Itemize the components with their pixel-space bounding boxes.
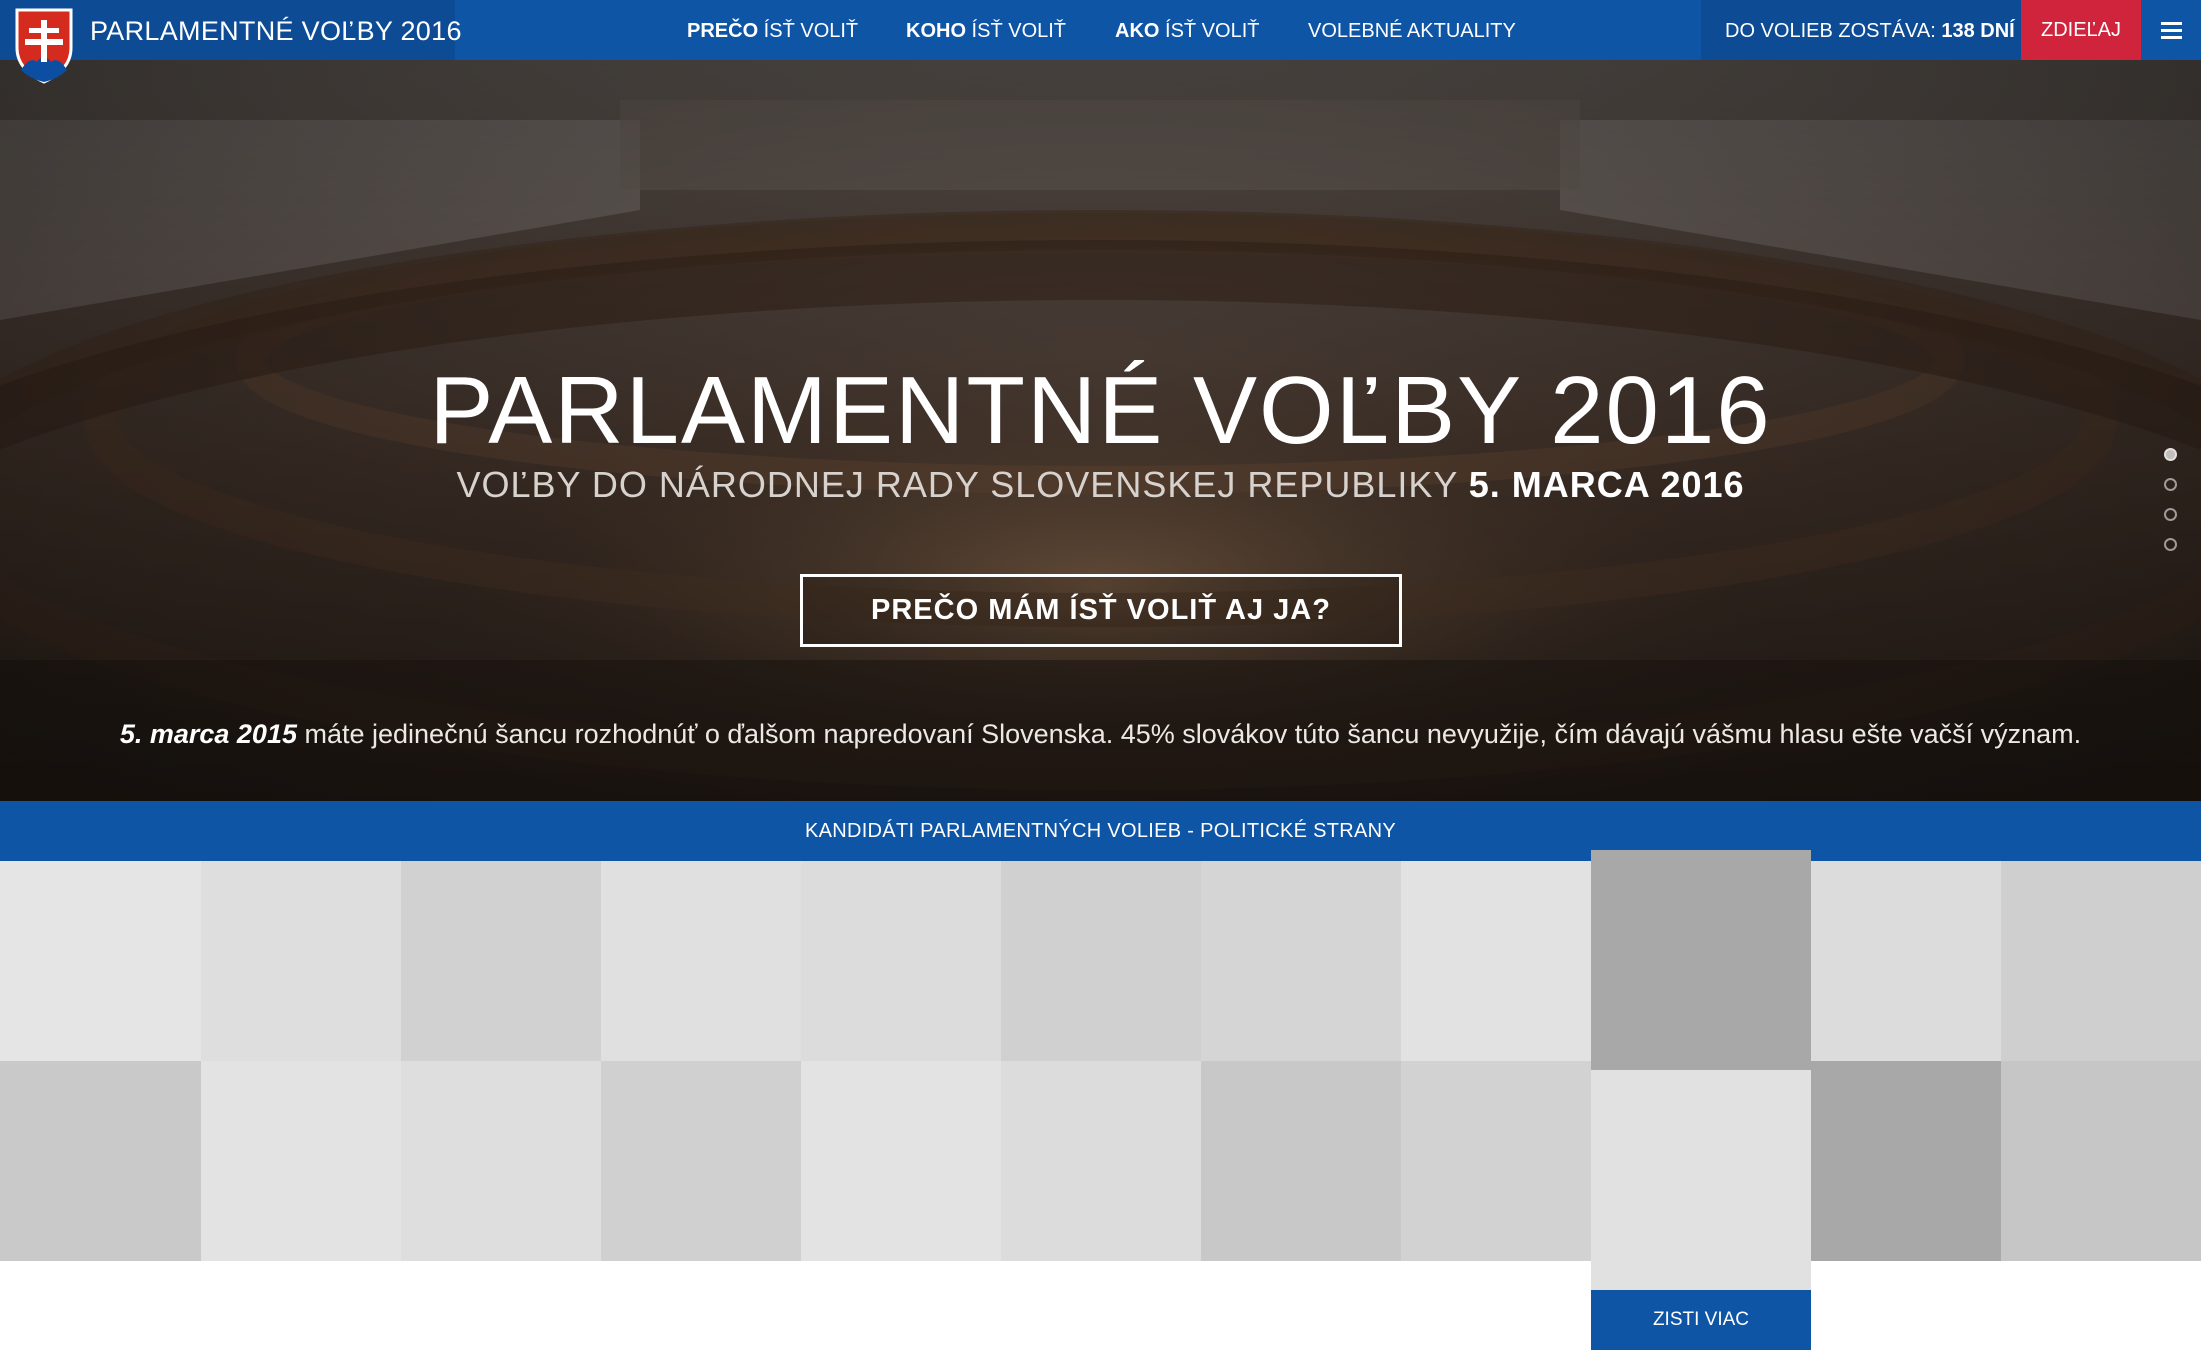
slide-dot-3[interactable] (2164, 508, 2177, 521)
top-navigation-bar: PARLAMENTNÉ VOĽBY 2016 PREČO ÍSŤ VOLIŤ K… (0, 0, 2201, 60)
countdown-text: DO VOLIEB ZOSTÁVA: 138 DNÍ (1725, 20, 2015, 43)
party-tile[interactable] (201, 1061, 402, 1261)
party-tile[interactable] (1811, 1061, 2001, 1261)
parties-section-heading: KANDIDÁTI PARLAMENTNÝCH VOLIEB - POLITIC… (0, 801, 2201, 861)
hero-description: 5. marca 2015 máte jedinečnú šancu rozho… (0, 719, 2201, 750)
party-tile[interactable] (0, 1061, 201, 1261)
party-tile[interactable] (2001, 861, 2201, 1061)
election-countdown: DO VOLIEB ZOSTÁVA: 138 DNÍ (1701, 0, 2021, 60)
party-logo-placeholder (1591, 850, 1811, 1070)
nav-label-bold: AKO (1115, 20, 1160, 42)
party-tiles-grid (0, 861, 2201, 1261)
party-tile[interactable] (2001, 1061, 2201, 1261)
slide-dot-4[interactable] (2164, 538, 2177, 551)
nav-label-rest: ÍSŤ VOLIŤ (966, 20, 1067, 42)
hero-subtitle-date: 5. MARCA 2016 (1468, 464, 1745, 505)
slovak-coat-of-arms-icon[interactable] (15, 8, 73, 84)
nav-preco-ist-volit[interactable]: PREČO ÍSŤ VOLIŤ (687, 20, 858, 43)
share-button[interactable]: ZDIEĽAJ (2021, 0, 2141, 60)
party-tile[interactable] (1001, 861, 1202, 1061)
countdown-value: 138 DNÍ (1941, 20, 2015, 42)
brand-title: PARLAMENTNÉ VOĽBY 2016 (90, 16, 462, 46)
party-tile[interactable] (1811, 861, 2001, 1061)
hero-title: PARLAMENTNÉ VOĽBY 2016 (429, 357, 1772, 464)
party-tile[interactable] (1201, 1061, 1402, 1261)
nav-volebne-aktuality[interactable]: VOLEBNÉ AKTUALITY (1308, 20, 1516, 43)
hero-section: PARLAMENTNÉ VOĽBY 2016 VOĽBY DO NÁRODNEJ… (0, 60, 2201, 801)
slide-dot-1[interactable] (2164, 448, 2177, 461)
slide-dot-2[interactable] (2164, 478, 2177, 491)
countdown-label: DO VOLIEB ZOSTÁVA: (1725, 20, 1942, 42)
party-tile[interactable] (801, 1061, 1002, 1261)
party-tile[interactable] (201, 861, 402, 1061)
party-tile[interactable] (0, 861, 201, 1061)
nav-ako-ist-volit[interactable]: AKO ÍSŤ VOLIŤ (1115, 20, 1259, 43)
party-tile[interactable] (401, 861, 602, 1061)
nav-label-bold: PREČO (687, 20, 759, 42)
slide-pagination (2164, 448, 2178, 558)
party-tile-expanded[interactable]: ZISTI VIAC (1591, 850, 1811, 1350)
menu-button[interactable] (2141, 0, 2201, 60)
hero-description-body: máte jedinečnú šancu rozhodnúť o ďalšom … (296, 719, 2082, 749)
party-tile[interactable] (801, 861, 1002, 1061)
nav-label: VOLEBNÉ AKTUALITY (1308, 20, 1516, 42)
hero-subtitle: VOĽBY DO NÁRODNEJ RADY SLOVENSKEJ REPUBL… (0, 464, 2201, 506)
party-tile[interactable] (1201, 861, 1402, 1061)
party-tile[interactable] (1401, 1061, 1602, 1261)
party-tile[interactable] (601, 861, 802, 1061)
hero-subtitle-lead: VOĽBY DO NÁRODNEJ RADY SLOVENSKEJ REPUBL… (456, 464, 1469, 505)
party-tile[interactable] (401, 1061, 602, 1261)
learn-more-button[interactable]: ZISTI VIAC (1591, 1290, 1811, 1350)
nav-koho-ist-volit[interactable]: KOHO ÍSŤ VOLIŤ (906, 20, 1066, 43)
party-tile[interactable] (1001, 1061, 1202, 1261)
party-tile[interactable] (601, 1061, 802, 1261)
why-vote-cta-button[interactable]: PREČO MÁM ÍSŤ VOLIŤ AJ JA? (800, 574, 1402, 647)
nav-label-rest: ÍSŤ VOLIŤ (1159, 20, 1260, 42)
nav-label-rest: ÍSŤ VOLIŤ (758, 20, 859, 42)
nav-label-bold: KOHO (906, 20, 966, 42)
party-tile[interactable] (1401, 861, 1602, 1061)
hero-description-date: 5. marca 2015 (119, 719, 297, 749)
